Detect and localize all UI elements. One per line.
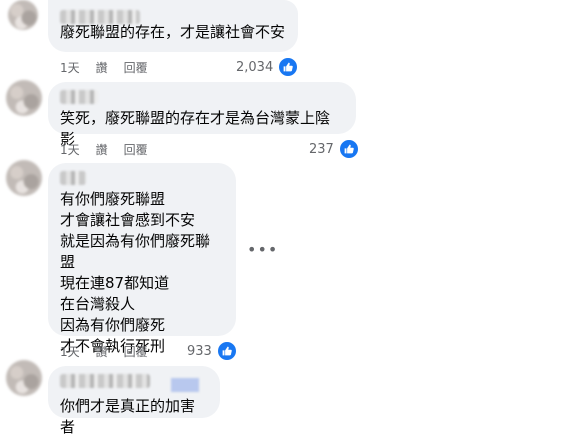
reaction-count[interactable]: 933 bbox=[187, 340, 238, 362]
comment-time[interactable]: 1天 bbox=[60, 59, 80, 76]
comment-actions: 1天 讚 回覆 bbox=[60, 59, 148, 76]
comment-text: 有你們廢死聯盟 才會讓社會感到不安 就是因為有你們廢死聯盟 現在連87都知道 在… bbox=[60, 190, 211, 355]
commenter-name[interactable] bbox=[60, 90, 98, 104]
like-icon bbox=[277, 56, 300, 78]
comment-time[interactable]: 1天 bbox=[60, 141, 80, 158]
comment-bubble: 有你們廢死聯盟 才會讓社會感到不安 就是因為有你們廢死聯盟 現在連87都知道 在… bbox=[48, 163, 236, 355]
avatar[interactable] bbox=[6, 80, 42, 116]
avatar[interactable] bbox=[8, 0, 38, 30]
more-options-icon[interactable]: ••• bbox=[247, 240, 278, 259]
like-button[interactable]: 讚 bbox=[96, 141, 108, 158]
avatar[interactable] bbox=[6, 360, 42, 396]
reaction-count-value: 933 bbox=[187, 343, 212, 359]
like-icon bbox=[215, 340, 238, 362]
comment-time[interactable]: 1天 bbox=[60, 343, 80, 360]
comment-bubble: 笑死，廢死聯盟的存在才是為台灣蒙上陰影 bbox=[48, 82, 356, 148]
comment-actions: 1天 讚 回覆 bbox=[60, 141, 148, 158]
comment-text: 你們才是真正的加害者 bbox=[60, 397, 196, 436]
reply-button[interactable]: 回覆 bbox=[124, 141, 148, 158]
reaction-count-value: 237 bbox=[309, 141, 334, 157]
like-icon bbox=[337, 138, 360, 160]
commenter-name[interactable] bbox=[60, 374, 150, 388]
commenter-name[interactable] bbox=[60, 171, 86, 185]
reply-button[interactable]: 回覆 bbox=[124, 343, 148, 360]
reaction-count-value: 2,034 bbox=[236, 59, 274, 75]
comment-actions: 1天 讚 回覆 bbox=[60, 343, 148, 360]
like-button[interactable]: 讚 bbox=[96, 59, 108, 76]
comment-bubble: 你們才是真正的加害者 bbox=[48, 366, 220, 436]
avatar[interactable] bbox=[6, 160, 42, 196]
like-button[interactable]: 讚 bbox=[96, 343, 108, 360]
comment-text: 廢死聯盟的存在，才是讓社會不安 bbox=[60, 23, 286, 41]
reply-button[interactable]: 回覆 bbox=[124, 59, 148, 76]
reaction-count[interactable]: 237 bbox=[309, 138, 360, 160]
reaction-count[interactable]: 2,034 bbox=[236, 56, 300, 78]
comment-bubble: 廢死聯盟的存在，才是讓社會不安 bbox=[48, 0, 298, 52]
name-badge bbox=[171, 378, 200, 392]
